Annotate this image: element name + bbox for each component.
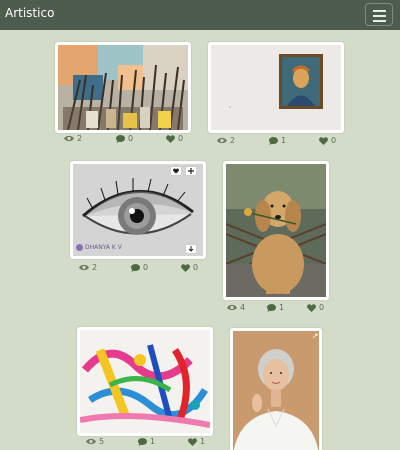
likes-value: 0 bbox=[319, 303, 325, 312]
heart-icon bbox=[181, 263, 190, 272]
likes-count[interactable]: 0 bbox=[181, 263, 198, 272]
comment-icon bbox=[269, 136, 278, 145]
views-count: 2 bbox=[217, 136, 235, 145]
menu-icon bbox=[373, 15, 386, 17]
likes-value: 1 bbox=[200, 437, 206, 446]
author-name: DHANYA K V bbox=[85, 244, 122, 251]
comments-count[interactable]: 0 bbox=[131, 263, 148, 272]
views-value: 5 bbox=[99, 437, 105, 446]
views-count: 2 bbox=[64, 134, 82, 143]
comment-icon bbox=[267, 303, 276, 312]
views-count: 5 bbox=[86, 437, 104, 446]
brand-title[interactable]: Artistico bbox=[5, 6, 54, 20]
post-image bbox=[73, 164, 203, 256]
author-avatar bbox=[76, 244, 83, 251]
post-card-eye-drawing[interactable]: DHANYA K V bbox=[70, 161, 206, 259]
likes-count[interactable]: 0 bbox=[307, 303, 324, 312]
views-count: 2 bbox=[79, 263, 97, 272]
comments-count[interactable]: 1 bbox=[269, 136, 286, 145]
likes-value: 0 bbox=[331, 136, 337, 145]
heart-icon bbox=[166, 134, 175, 143]
post-card-portrait[interactable] bbox=[230, 328, 322, 450]
likes-count[interactable]: 0 bbox=[166, 134, 183, 143]
post-stats: 4 1 0 bbox=[223, 303, 329, 315]
views-count: 4 bbox=[227, 303, 245, 312]
comments-count[interactable]: 1 bbox=[267, 303, 284, 312]
author-watermark: DHANYA K V bbox=[76, 244, 122, 251]
eye-icon bbox=[227, 304, 237, 311]
menu-icon bbox=[373, 20, 386, 22]
plus-icon bbox=[188, 168, 194, 174]
download-icon bbox=[188, 246, 194, 252]
comments-count[interactable]: 0 bbox=[116, 134, 133, 143]
post-card-brushes[interactable] bbox=[55, 42, 191, 133]
like-overlay-button[interactable] bbox=[170, 166, 182, 176]
comments-value: 0 bbox=[143, 263, 149, 272]
likes-value: 0 bbox=[178, 134, 184, 143]
post-image bbox=[80, 330, 210, 433]
post-image bbox=[211, 45, 341, 130]
add-overlay-button[interactable] bbox=[185, 166, 197, 176]
post-stats: 2 0 0 bbox=[55, 134, 191, 146]
comment-icon bbox=[116, 134, 125, 143]
expand-icon[interactable] bbox=[312, 333, 318, 339]
menu-icon bbox=[373, 10, 386, 12]
comments-value: 0 bbox=[128, 134, 134, 143]
heart-icon bbox=[307, 303, 316, 312]
comments-count[interactable]: 1 bbox=[138, 437, 155, 446]
views-value: 2 bbox=[77, 134, 83, 143]
navbar: Artistico bbox=[0, 0, 400, 30]
eye-icon bbox=[217, 137, 227, 144]
heart-icon bbox=[188, 437, 197, 446]
post-card-dog[interactable] bbox=[223, 161, 329, 300]
eye-icon bbox=[86, 438, 96, 445]
comment-icon bbox=[131, 263, 140, 272]
eye-icon bbox=[79, 264, 89, 271]
views-value: 4 bbox=[240, 303, 246, 312]
post-card-abstract[interactable] bbox=[77, 327, 213, 436]
post-stats: 5 1 1 bbox=[77, 437, 213, 449]
comments-value: 1 bbox=[150, 437, 156, 446]
menu-toggle-button[interactable] bbox=[365, 3, 393, 26]
post-stats: 2 0 0 bbox=[70, 263, 206, 275]
heart-icon bbox=[319, 136, 328, 145]
post-stats: 2 1 0 bbox=[208, 136, 344, 148]
likes-value: 0 bbox=[193, 263, 199, 272]
post-image bbox=[226, 164, 326, 297]
heart-icon bbox=[173, 168, 179, 174]
likes-count[interactable]: 1 bbox=[188, 437, 205, 446]
comment-icon bbox=[138, 437, 147, 446]
post-card-van-gogh[interactable] bbox=[208, 42, 344, 133]
post-image bbox=[233, 331, 319, 450]
eye-icon bbox=[64, 135, 74, 142]
comments-value: 1 bbox=[279, 303, 285, 312]
views-value: 2 bbox=[230, 136, 236, 145]
comments-value: 1 bbox=[281, 136, 287, 145]
likes-count[interactable]: 0 bbox=[319, 136, 336, 145]
download-button[interactable] bbox=[185, 244, 197, 254]
views-value: 2 bbox=[92, 263, 98, 272]
post-image bbox=[58, 45, 188, 130]
